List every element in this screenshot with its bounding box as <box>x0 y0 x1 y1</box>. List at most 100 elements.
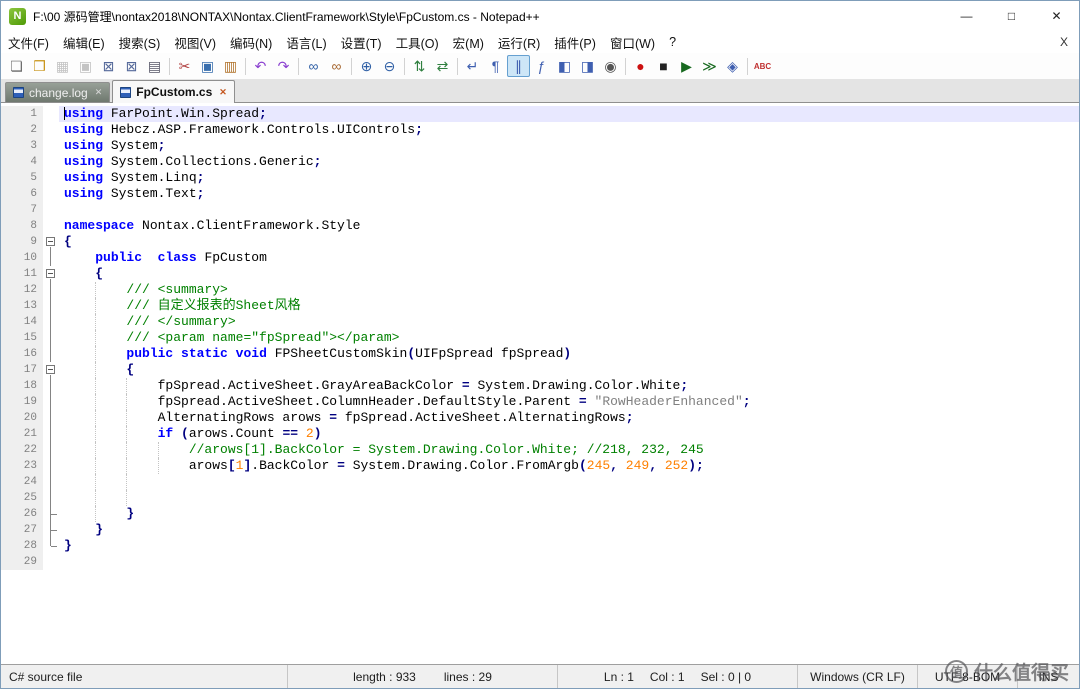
tab-close-icon[interactable]: ✕ <box>219 87 227 97</box>
sync-vertical-scroll-icon[interactable]: ⇅ <box>408 55 431 77</box>
line-number[interactable]: 10 <box>1 250 43 266</box>
menu-item-11[interactable]: 窗口(W) <box>603 30 662 55</box>
redo-icon[interactable]: ↷ <box>272 55 295 77</box>
code-text[interactable]: using System.Collections.Generic; <box>59 154 1079 170</box>
document-switcher-icon[interactable]: ◨ <box>576 55 599 77</box>
close-all-icon[interactable]: ⊠ <box>120 55 143 77</box>
line-number[interactable]: 18 <box>1 378 43 394</box>
code-line-7[interactable]: 7 <box>1 202 1079 218</box>
code-text[interactable]: /// <param name="fpSpread"></param> <box>59 330 1079 346</box>
code-text[interactable] <box>59 202 1079 218</box>
code-text[interactable]: public static void FPSheetCustomSkin(UIF… <box>59 346 1079 362</box>
code-text[interactable]: { <box>59 234 1079 250</box>
menu-item-2[interactable]: 搜索(S) <box>112 30 168 55</box>
code-line-21[interactable]: 21 if (arows.Count == 2) <box>1 426 1079 442</box>
code-line-9[interactable]: 9{ <box>1 234 1079 250</box>
code-text[interactable] <box>59 554 1079 570</box>
line-number[interactable]: 2 <box>1 122 43 138</box>
record-macro-icon[interactable]: ● <box>629 55 652 77</box>
code-line-14[interactable]: 14 /// </summary> <box>1 314 1079 330</box>
line-number[interactable]: 26 <box>1 506 43 522</box>
code-line-13[interactable]: 13 /// 自定义报表的Sheet风格 <box>1 298 1079 314</box>
code-text[interactable]: fpSpread.ActiveSheet.ColumnHeader.Defaul… <box>59 394 1079 410</box>
line-number[interactable]: 5 <box>1 170 43 186</box>
cut-icon[interactable]: ✂ <box>173 55 196 77</box>
line-number[interactable]: 12 <box>1 282 43 298</box>
menu-item-12[interactable]: ? <box>662 32 683 52</box>
play-macro-icon[interactable]: ▶ <box>675 55 698 77</box>
line-number[interactable]: 1 <box>1 106 43 122</box>
code-text[interactable]: AlternatingRows arows = fpSpread.ActiveS… <box>59 410 1079 426</box>
code-text[interactable]: namespace Nontax.ClientFramework.Style <box>59 218 1079 234</box>
file-monitoring-icon[interactable]: ◉ <box>599 55 622 77</box>
fold-toggle-icon[interactable] <box>43 234 59 250</box>
find-icon[interactable]: ∞ <box>302 55 325 77</box>
code-line-10[interactable]: 10 public class FpCustom <box>1 250 1079 266</box>
code-text[interactable]: //arows[1].BackColor = System.Drawing.Co… <box>59 442 1079 458</box>
line-number[interactable]: 25 <box>1 490 43 506</box>
code-text[interactable] <box>59 474 1079 490</box>
code-line-11[interactable]: 11 { <box>1 266 1079 282</box>
code-text[interactable]: /// 自定义报表的Sheet风格 <box>59 298 1079 314</box>
code-line-18[interactable]: 18 fpSpread.ActiveSheet.GrayAreaBackColo… <box>1 378 1079 394</box>
line-number[interactable]: 7 <box>1 202 43 218</box>
code-text[interactable]: fpSpread.ActiveSheet.GrayAreaBackColor =… <box>59 378 1079 394</box>
code-line-25[interactable]: 25 <box>1 490 1079 506</box>
line-number[interactable]: 21 <box>1 426 43 442</box>
spell-check-icon[interactable]: ABC <box>751 55 774 77</box>
code-line-5[interactable]: 5 using System.Linq; <box>1 170 1079 186</box>
menu-item-7[interactable]: 工具(O) <box>389 30 446 55</box>
code-line-16[interactable]: 16 public static void FPSheetCustomSkin(… <box>1 346 1079 362</box>
code-line-28[interactable]: 28} <box>1 538 1079 554</box>
paste-icon[interactable]: ▥ <box>219 55 242 77</box>
show-all-chars-icon[interactable]: ¶ <box>484 55 507 77</box>
line-number[interactable]: 8 <box>1 218 43 234</box>
zoom-in-icon[interactable]: ⊕ <box>355 55 378 77</box>
new-file-icon[interactable]: ❏ <box>5 55 28 77</box>
fold-toggle-icon[interactable] <box>43 362 59 378</box>
code-line-20[interactable]: 20 AlternatingRows arows = fpSpread.Acti… <box>1 410 1079 426</box>
line-number[interactable]: 15 <box>1 330 43 346</box>
code-text[interactable]: public class FpCustom <box>59 250 1079 266</box>
status-eol-format[interactable]: Windows (CR LF) <box>797 665 917 688</box>
code-line-12[interactable]: 12 /// <summary> <box>1 282 1079 298</box>
code-text[interactable]: using FarPoint.Win.Spread; <box>59 106 1079 122</box>
menubar-close-button[interactable]: X <box>1053 35 1075 49</box>
line-number[interactable]: 27 <box>1 522 43 538</box>
menu-item-6[interactable]: 设置(T) <box>334 30 389 55</box>
document-map-icon[interactable]: ◧ <box>553 55 576 77</box>
menu-item-8[interactable]: 宏(M) <box>446 30 491 55</box>
line-number[interactable]: 9 <box>1 234 43 250</box>
line-number[interactable]: 29 <box>1 554 43 570</box>
code-line-27[interactable]: 27 } <box>1 522 1079 538</box>
code-text[interactable]: /// <summary> <box>59 282 1079 298</box>
code-line-26[interactable]: 26 } <box>1 506 1079 522</box>
stop-macro-icon[interactable]: ■ <box>652 55 675 77</box>
menu-item-10[interactable]: 插件(P) <box>547 30 603 55</box>
code-line-19[interactable]: 19 fpSpread.ActiveSheet.ColumnHeader.Def… <box>1 394 1079 410</box>
editor[interactable]: 1 using FarPoint.Win.Spread; 2 using Hebcz.… <box>1 103 1079 664</box>
menu-item-4[interactable]: 编码(N) <box>223 30 279 55</box>
code-line-17[interactable]: 17 { <box>1 362 1079 378</box>
close-file-icon[interactable]: ⊠ <box>97 55 120 77</box>
undo-icon[interactable]: ↶ <box>249 55 272 77</box>
sync-horizontal-scroll-icon[interactable]: ⇄ <box>431 55 454 77</box>
replace-icon[interactable]: ∞ <box>325 55 348 77</box>
code-text[interactable]: using System.Text; <box>59 186 1079 202</box>
menu-item-3[interactable]: 视图(V) <box>167 30 223 55</box>
line-number[interactable]: 6 <box>1 186 43 202</box>
fold-toggle-icon[interactable] <box>43 266 59 282</box>
open-file-icon[interactable]: ❒ <box>28 55 51 77</box>
code-text[interactable]: } <box>59 506 1079 522</box>
code-line-6[interactable]: 6 using System.Text; <box>1 186 1079 202</box>
maximize-button[interactable]: □ <box>989 1 1034 31</box>
line-number[interactable]: 19 <box>1 394 43 410</box>
line-number[interactable]: 14 <box>1 314 43 330</box>
copy-icon[interactable]: ▣ <box>196 55 219 77</box>
code-text[interactable]: } <box>59 522 1079 538</box>
code-line-29[interactable]: 29 <box>1 554 1079 570</box>
line-number[interactable]: 20 <box>1 410 43 426</box>
line-number[interactable]: 23 <box>1 458 43 474</box>
line-number[interactable]: 17 <box>1 362 43 378</box>
code-text[interactable]: using System; <box>59 138 1079 154</box>
